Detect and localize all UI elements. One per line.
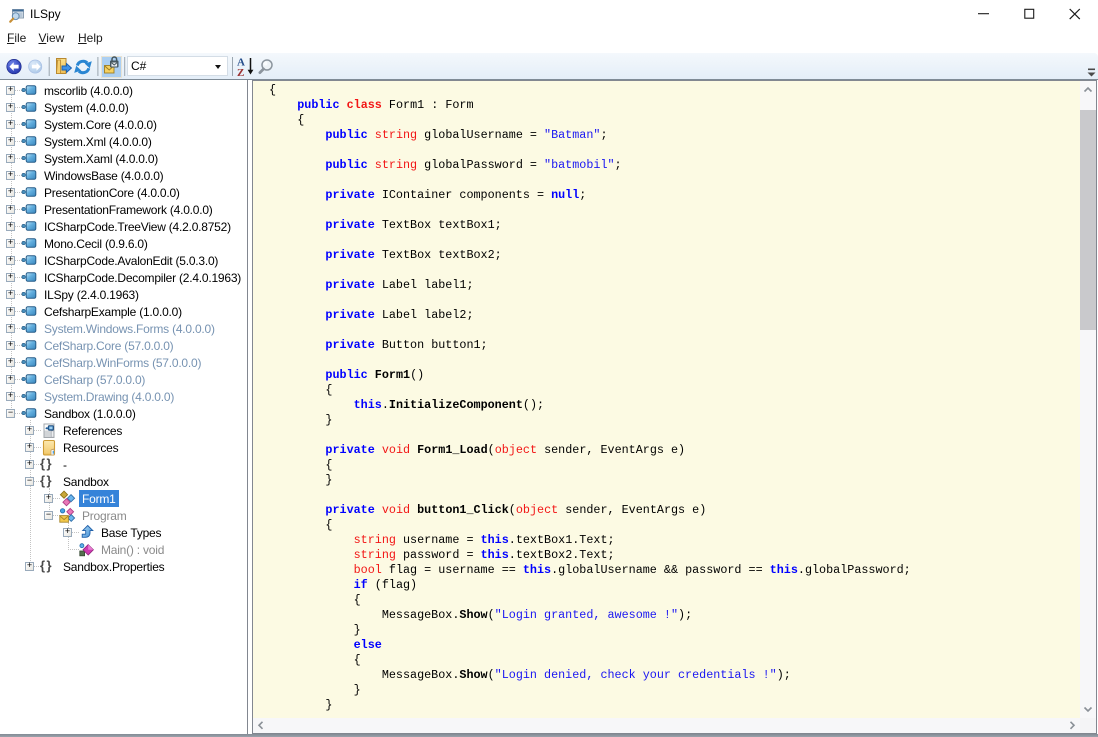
svg-text:Z: Z (237, 67, 244, 79)
